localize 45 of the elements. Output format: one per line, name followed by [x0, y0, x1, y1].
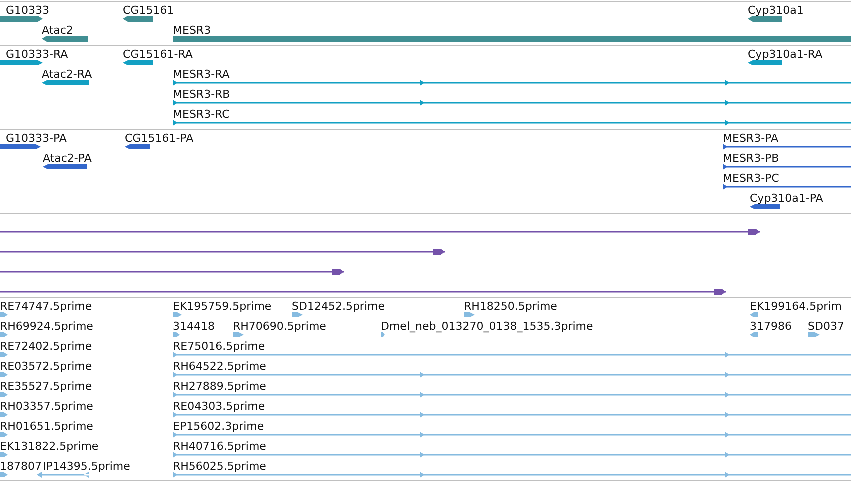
est-label: RE03572.5prime	[0, 360, 92, 373]
est-label: RH56025.5prime	[173, 460, 266, 473]
est-label: RE75016.5prime	[173, 340, 266, 353]
gene-label: Cyp310a1	[748, 4, 804, 17]
est-label: EK199164.5prim	[750, 300, 842, 313]
est-label: RH70690.5prime	[233, 320, 326, 333]
protein-label: MESR3-PC	[723, 172, 780, 185]
est-label: RH01651.5prime	[0, 420, 94, 433]
transcript-label: MESR3-RC	[173, 108, 230, 121]
est-label: RE72402.5prime	[0, 340, 92, 353]
est-label: EP15602.3prime	[173, 420, 264, 433]
est-label: RH18250.5prime	[464, 300, 558, 313]
protein-label: CG15161-PA	[125, 132, 194, 145]
transcript-label: Cyp310a1-RA	[748, 48, 823, 61]
est-label: 187807	[0, 460, 42, 473]
protein-label: MESR3-PA	[723, 132, 778, 145]
transcript-label: Atac2-RA	[42, 68, 92, 81]
est-label: Dmel_neb_013270_0138_1535.3prime	[381, 320, 594, 333]
est-label: IP14395.5prime	[43, 460, 130, 473]
protein-label: MESR3-PB	[723, 152, 780, 165]
est-label: RE04303.5prime	[173, 400, 266, 413]
transcript-label: MESR3-RB	[173, 88, 230, 101]
est-label: 314418	[173, 320, 215, 333]
gene-label: G10333	[6, 4, 50, 17]
transcript-label: CG15161-RA	[123, 48, 193, 61]
protein-label: Atac2-PA	[43, 152, 92, 165]
est-label: RH27889.5prime	[173, 380, 266, 393]
transcript-label: G10333-RA	[6, 48, 68, 61]
gene-label: CG15161	[123, 4, 174, 17]
est-label: SD037	[808, 320, 844, 333]
protein-label: Cyp310a1-PA	[750, 192, 824, 205]
est-label: RH40716.5prime	[173, 440, 266, 453]
protein-label: G10333-PA	[6, 132, 67, 145]
est-label: EK195759.5prime	[173, 300, 272, 313]
est-label: RH64522.5prime	[173, 360, 266, 373]
gene-label: Atac2	[42, 24, 74, 37]
est-label: RH03357.5prime	[0, 400, 94, 413]
est-label: RH69924.5prime	[0, 320, 94, 333]
transcript-label: MESR3-RA	[173, 68, 230, 81]
gene-label: MESR3	[173, 24, 212, 37]
est-label: RE35527.5prime	[0, 380, 92, 393]
est-label: EK131822.5prime	[0, 440, 99, 453]
est-label: RE74747.5prime	[0, 300, 92, 313]
est-label: SD12452.5prime	[292, 300, 385, 313]
est-label: 317986	[750, 320, 792, 333]
